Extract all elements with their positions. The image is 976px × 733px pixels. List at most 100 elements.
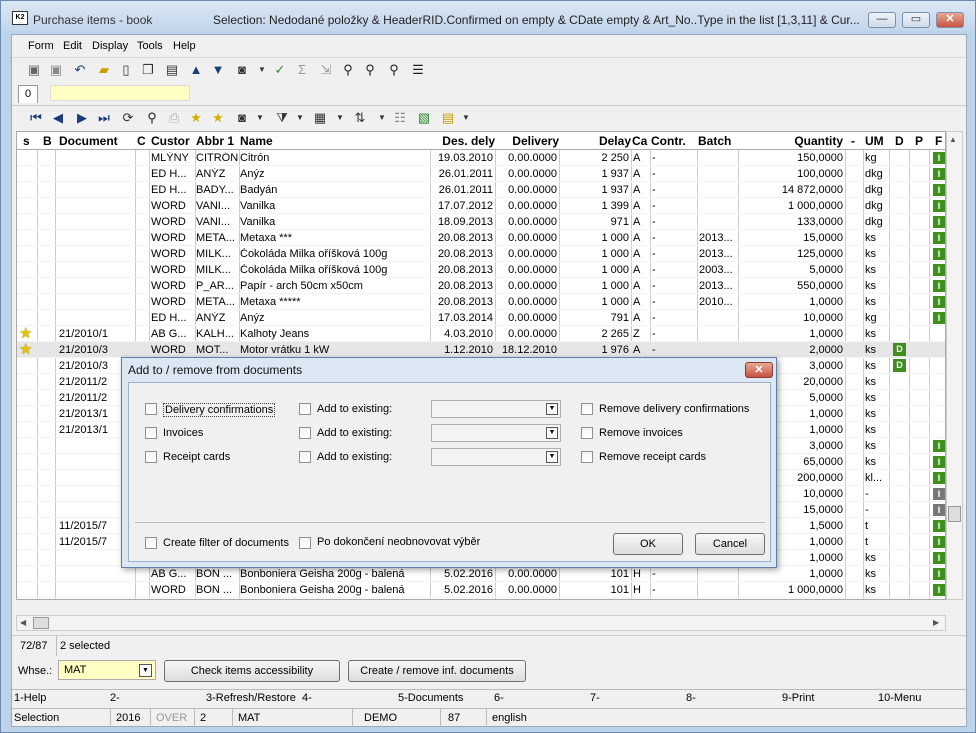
table-row[interactable]: ED H... BADY... Badyán 26.01.2011 0.00.0000 1… bbox=[17, 182, 945, 198]
col-document[interactable]: Document bbox=[59, 134, 135, 148]
col-contr[interactable]: Contr. bbox=[651, 134, 697, 148]
cancel-button[interactable]: Cancel bbox=[695, 533, 765, 555]
whse-field[interactable]: MAT ▼ bbox=[58, 660, 156, 680]
col-quantity[interactable]: Quantity bbox=[739, 134, 843, 148]
menu-edit[interactable]: Edit bbox=[63, 40, 82, 52]
dropdown-arrow-icon[interactable]: ▼ bbox=[374, 110, 390, 126]
scroll-left-icon[interactable]: ◀ bbox=[20, 618, 26, 627]
fkey-2[interactable]: 2- bbox=[110, 692, 120, 704]
table-row[interactable]: MLÝNY CITRÓN Citrón 19.03.2010 0.00.0000 2 25… bbox=[17, 150, 945, 166]
col-dash[interactable]: - bbox=[851, 134, 861, 148]
arrow-down-icon[interactable]: ▼ bbox=[210, 62, 226, 78]
fkey-5[interactable]: 5-Documents bbox=[398, 692, 463, 704]
existing-inv-combo[interactable]: ▼ bbox=[431, 424, 561, 442]
add-existing-dc-label[interactable]: Add to existing: bbox=[317, 403, 392, 415]
vertical-scrollbar[interactable]: ▲ bbox=[946, 131, 963, 600]
table-row[interactable]: ★ 21/2010/1 AB G... KALH... Kalhoty Jeans 4.0… bbox=[17, 326, 945, 342]
dropdown-arrow-icon[interactable]: ▼ bbox=[332, 110, 348, 126]
remove-inv-checkbox[interactable] bbox=[581, 427, 593, 439]
fkey-1[interactable]: 1-Help bbox=[14, 692, 46, 704]
sort-icon[interactable]: ⇅ bbox=[352, 110, 368, 126]
combo-arrow-icon[interactable]: ▼ bbox=[546, 451, 558, 463]
fkey-7[interactable]: 7- bbox=[590, 692, 600, 704]
combo-arrow-icon[interactable]: ▼ bbox=[546, 403, 558, 415]
camera-icon[interactable]: ◙ bbox=[234, 62, 250, 78]
col-d[interactable]: D bbox=[895, 134, 907, 148]
find-next-icon[interactable]: ⚲ bbox=[362, 62, 378, 78]
dropdown-arrow-icon[interactable]: ▼ bbox=[254, 62, 270, 78]
remove-dc-checkbox[interactable] bbox=[581, 403, 593, 415]
col-s[interactable]: s bbox=[23, 134, 33, 148]
camera-icon[interactable]: ◙ bbox=[234, 110, 250, 126]
columns-icon[interactable]: ▦ bbox=[312, 110, 328, 126]
remove-inv-label[interactable]: Remove invoices bbox=[599, 427, 683, 439]
open-folder-icon[interactable]: ▰ bbox=[96, 62, 112, 78]
create-filter-label[interactable]: Create filter of documents bbox=[163, 537, 289, 549]
filter-icon[interactable]: ⧩ bbox=[274, 110, 290, 126]
add-existing-rc-checkbox[interactable] bbox=[299, 451, 311, 463]
maximize-button[interactable]: ▭ bbox=[902, 12, 930, 28]
search-icon[interactable]: ⚲ bbox=[144, 110, 160, 126]
undo-icon[interactable]: ↶ bbox=[72, 62, 88, 78]
table-row[interactable]: WORD P_AR... Papír - arch 50cm x50cm 20.08.… bbox=[17, 278, 945, 294]
existing-dc-combo[interactable]: ▼ bbox=[431, 400, 561, 418]
table-row[interactable]: ED H... ANÝZ Anýz 26.01.2011 0.00.0000 1 937 A… bbox=[17, 166, 945, 182]
dropdown-arrow-icon[interactable]: ▼ bbox=[292, 110, 308, 126]
table-row[interactable]: ★ 21/2010/3 WORD MOT... Motor vrátku 1 kW 1.1… bbox=[17, 342, 945, 358]
book-icon[interactable]: ▤ bbox=[164, 62, 180, 78]
col-um[interactable]: UM bbox=[865, 134, 887, 148]
col-custor[interactable]: Custor bbox=[151, 134, 195, 148]
delivery-confirmations-label[interactable]: Delivery confirmations bbox=[163, 403, 276, 417]
menu-form[interactable]: Form bbox=[28, 40, 54, 52]
col-ca[interactable]: Ca bbox=[632, 134, 650, 148]
find-prev-icon[interactable]: ⚲ bbox=[386, 62, 402, 78]
table-row[interactable]: WORD META... Metaxa *** 20.08.2013 0.00.0000… bbox=[17, 230, 945, 246]
col-des-dely[interactable]: Des. dely bbox=[431, 134, 495, 148]
next-record-icon[interactable]: ▶ bbox=[74, 110, 90, 126]
table-row[interactable]: AB G... BON ... Bonboniera Geisha 200g - b… bbox=[17, 566, 945, 582]
hscroll-thumb[interactable] bbox=[33, 617, 49, 629]
add-existing-dc-checkbox[interactable] bbox=[299, 403, 311, 415]
horizontal-scrollbar[interactable]: ◀ ▶ bbox=[16, 615, 946, 631]
sum-icon[interactable]: Σ bbox=[294, 62, 310, 78]
first-record-icon[interactable]: ⏮ bbox=[28, 110, 44, 126]
remove-rc-checkbox[interactable] bbox=[581, 451, 593, 463]
col-delay[interactable]: Delay bbox=[561, 134, 631, 148]
create-filter-checkbox[interactable] bbox=[145, 537, 157, 549]
list-menu-icon[interactable]: ☰ bbox=[410, 62, 426, 78]
col-c[interactable]: C bbox=[137, 134, 149, 148]
dropdown-arrow-icon[interactable]: ▼ bbox=[458, 110, 474, 126]
tab-filter-box[interactable] bbox=[50, 85, 190, 101]
star-add-icon[interactable]: ★ bbox=[188, 110, 204, 126]
table-row[interactable]: WORD VANI... Vanilka 17.07.2012 0.00.0000 1 3… bbox=[17, 198, 945, 214]
receipt-cards-label[interactable]: Receipt cards bbox=[163, 451, 230, 463]
menu-help[interactable]: Help bbox=[173, 40, 196, 52]
fkey-10[interactable]: 10-Menu bbox=[878, 692, 921, 704]
export-icon[interactable]: ▧ bbox=[416, 110, 432, 126]
check-accessibility-button[interactable]: Check items accessibility bbox=[164, 660, 340, 682]
fkey-3[interactable]: 3-Refresh/Restore bbox=[206, 692, 296, 704]
scroll-thumb[interactable] bbox=[948, 506, 961, 522]
add-existing-inv-checkbox[interactable] bbox=[299, 427, 311, 439]
col-b[interactable]: B bbox=[43, 134, 53, 148]
invoices-label[interactable]: Invoices bbox=[163, 427, 203, 439]
table-row[interactable]: WORD BON ... Bonboniera Geisha 200g - bale… bbox=[17, 582, 945, 598]
star-remove-icon[interactable]: ★ bbox=[210, 110, 226, 126]
new-document-icon[interactable]: ▯ bbox=[118, 62, 134, 78]
table-row[interactable]: WORD VANI... Vanilka 18.09.2013 0.00.0000 971… bbox=[17, 214, 945, 230]
fkey-4[interactable]: 4- bbox=[302, 692, 312, 704]
col-abbr[interactable]: Abbr 1 bbox=[196, 134, 240, 148]
prev-record-icon[interactable]: ◀ bbox=[50, 110, 66, 126]
tab-0[interactable]: 0 bbox=[18, 85, 38, 103]
add-existing-inv-label[interactable]: Add to existing: bbox=[317, 427, 392, 439]
combo-arrow-icon[interactable]: ▼ bbox=[546, 427, 558, 439]
arrow-up-icon[interactable]: ▲ bbox=[188, 62, 204, 78]
transfer-icon[interactable]: ⇲ bbox=[318, 62, 334, 78]
whse-dropdown-icon[interactable]: ▼ bbox=[139, 664, 152, 677]
existing-rc-combo[interactable]: ▼ bbox=[431, 448, 561, 466]
refresh-icon[interactable]: ⟳ bbox=[120, 110, 136, 126]
print-icon[interactable]: ⎙ bbox=[166, 110, 182, 126]
no-refresh-label[interactable]: Po dokončení neobnovovat výběr bbox=[317, 536, 480, 548]
invoices-checkbox[interactable] bbox=[145, 427, 157, 439]
menu-tools[interactable]: Tools bbox=[137, 40, 163, 52]
